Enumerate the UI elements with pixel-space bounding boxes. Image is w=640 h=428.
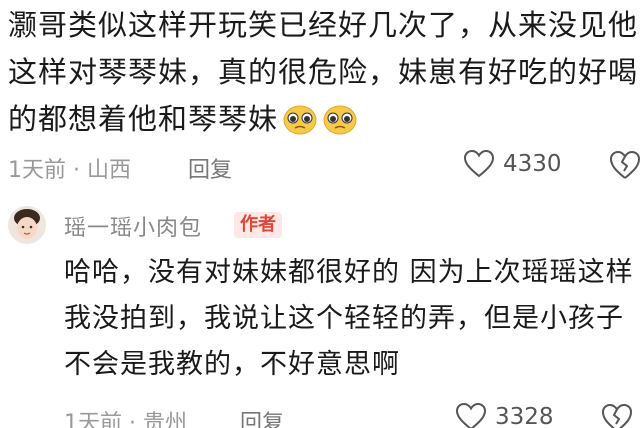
broken-heart-icon[interactable] [600,402,634,428]
heart-outline-icon [455,402,487,428]
pleading-face-icon [283,105,317,135]
top-comment-text: 灏哥类似这样开玩笑已经好几次了，从来没见他这样对琴琴妹，真的很危险，妹崽有好吃的… [8,2,638,143]
reply-button[interactable]: 回复 [240,405,284,428]
comment-time-location: 1天前 · 山西 [8,158,131,183]
author-reply: 瑶一瑶小肉包 作者 哈哈，没有对妹妹都很好的 因为上次瑶瑶这样我没拍到，我说让这… [0,200,640,428]
like-count: 4330 [503,151,562,177]
reply-meta: 1天前 · 贵州 回复 3328 [64,402,640,428]
child-avatar-icon [8,206,46,244]
broken-heart-icon[interactable] [608,149,640,181]
reply-button[interactable]: 回复 [188,152,232,184]
comment-time-location: 1天前 · 贵州 [64,411,187,428]
like-button[interactable]: 3328 [455,402,554,428]
comment-thread: 灏哥类似这样开玩笑已经好几次了，从来没见他这样对琴琴妹，真的很危险，妹崽有好吃的… [0,0,640,428]
author-badge: 作者 [234,212,282,238]
top-comment-meta: 1天前 · 山西 回复 4330 [8,149,640,184]
reply-username[interactable]: 瑶一瑶小肉包 [64,210,202,242]
avatar[interactable] [8,206,46,244]
like-count: 3328 [495,404,554,428]
like-button[interactable]: 4330 [463,149,562,179]
pleading-face-icon [323,105,357,135]
heart-outline-icon [463,149,495,178]
reply-text: 哈哈，没有对妹妹都很好的 因为上次瑶瑶这样我没拍到，我说让这个轻轻的弄，但是小孩… [64,257,634,380]
